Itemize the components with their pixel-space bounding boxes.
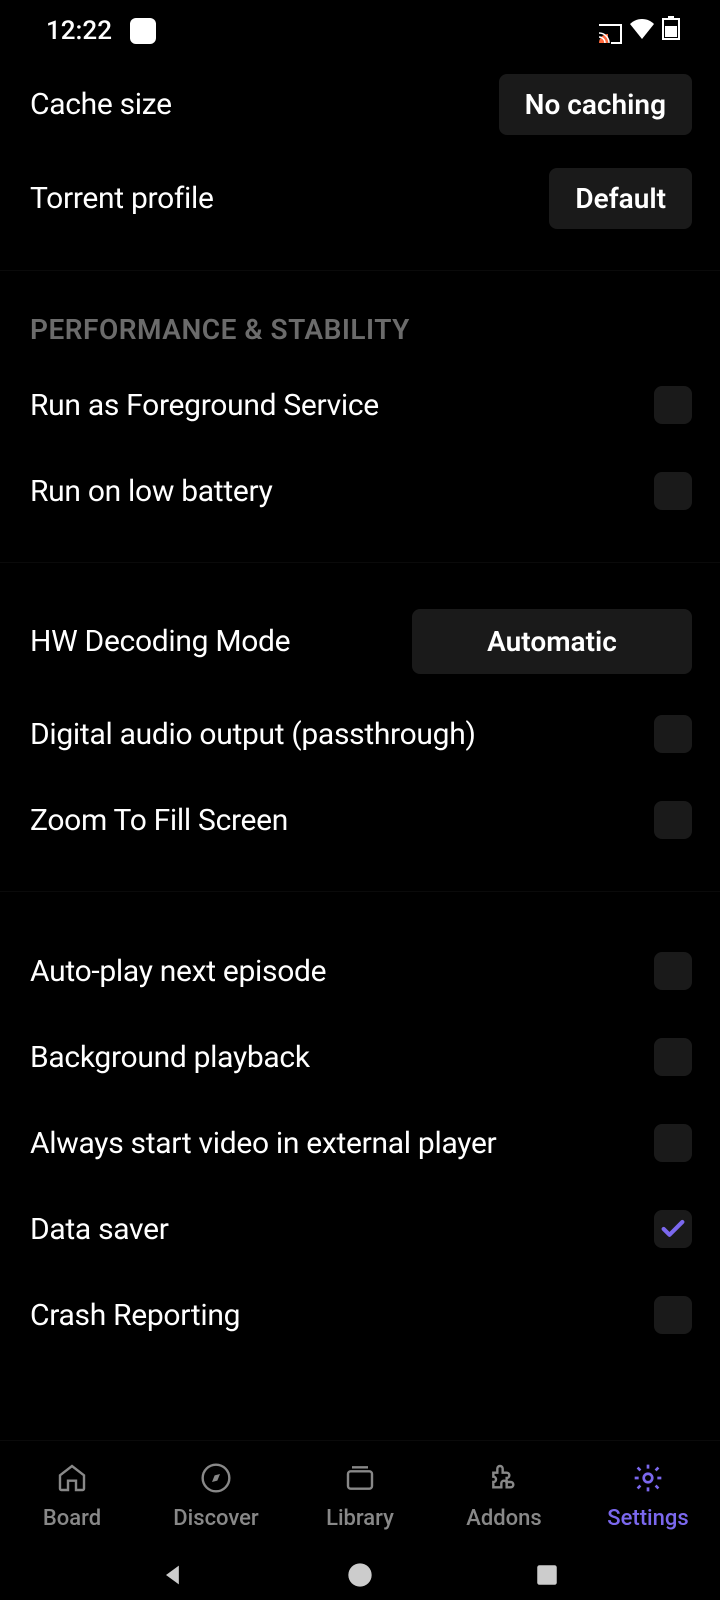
label-external-player: Always start video in external player	[30, 1126, 496, 1161]
back-button[interactable]	[153, 1555, 193, 1595]
label-low-battery: Run on low battery	[30, 474, 272, 509]
label-data-saver: Data saver	[30, 1212, 169, 1247]
recents-button[interactable]	[527, 1555, 567, 1595]
notification-indicator	[130, 18, 156, 44]
nav-board-label: Board	[43, 1506, 101, 1531]
nav-addons-label: Addons	[466, 1506, 541, 1531]
status-time: 12:22	[46, 16, 112, 46]
row-data-saver[interactable]: Data saver	[0, 1186, 720, 1272]
checkbox-data-saver[interactable]	[654, 1210, 692, 1248]
checkbox-zoom-fill[interactable]	[654, 801, 692, 839]
label-hw-decoding: HW Decoding Mode	[30, 624, 290, 659]
settings-content: Cache size No caching Torrent profile De…	[0, 62, 720, 1440]
library-icon	[342, 1460, 378, 1496]
section-header-performance: PERFORMANCE & STABILITY	[0, 271, 720, 362]
label-zoom-fill: Zoom To Fill Screen	[30, 803, 288, 838]
divider	[0, 562, 720, 563]
status-bar: 12:22	[0, 0, 720, 62]
row-hw-decoding[interactable]: HW Decoding Mode Automatic	[0, 599, 720, 683]
value-torrent-profile[interactable]: Default	[549, 168, 692, 229]
row-digital-audio[interactable]: Digital audio output (passthrough)	[0, 691, 720, 777]
row-autoplay[interactable]: Auto-play next episode	[0, 928, 720, 1014]
system-nav	[0, 1550, 720, 1600]
label-cache-size: Cache size	[30, 87, 172, 122]
row-cache-size[interactable]: Cache size No caching	[0, 62, 720, 146]
cast-icon	[598, 21, 622, 41]
nav-board[interactable]: Board	[0, 1441, 144, 1550]
gear-icon	[630, 1460, 666, 1496]
label-crash-reporting: Crash Reporting	[30, 1298, 240, 1333]
checkbox-autoplay[interactable]	[654, 952, 692, 990]
puzzle-icon	[486, 1460, 522, 1496]
label-foreground-service: Run as Foreground Service	[30, 388, 379, 423]
bottom-nav: Board Discover Library Addons Settings	[0, 1440, 720, 1550]
checkbox-external-player[interactable]	[654, 1124, 692, 1162]
compass-icon	[198, 1460, 234, 1496]
checkbox-digital-audio[interactable]	[654, 715, 692, 753]
home-icon	[54, 1460, 90, 1496]
row-external-player[interactable]: Always start video in external player	[0, 1100, 720, 1186]
row-crash-reporting[interactable]: Crash Reporting	[0, 1272, 720, 1358]
row-bg-playback[interactable]: Background playback	[0, 1014, 720, 1100]
nav-library-label: Library	[326, 1506, 394, 1531]
nav-library[interactable]: Library	[288, 1441, 432, 1550]
divider	[0, 891, 720, 892]
nav-discover[interactable]: Discover	[144, 1441, 288, 1550]
home-button[interactable]	[340, 1555, 380, 1595]
nav-settings-label: Settings	[607, 1506, 688, 1531]
value-hw-decoding[interactable]: Automatic	[412, 609, 692, 674]
wifi-icon	[630, 16, 654, 46]
row-torrent-profile[interactable]: Torrent profile Default	[0, 156, 720, 240]
row-foreground-service[interactable]: Run as Foreground Service	[0, 362, 720, 448]
checkbox-bg-playback[interactable]	[654, 1038, 692, 1076]
nav-addons[interactable]: Addons	[432, 1441, 576, 1550]
label-torrent-profile: Torrent profile	[30, 181, 214, 216]
checkbox-crash-reporting[interactable]	[654, 1296, 692, 1334]
checkbox-foreground-service[interactable]	[654, 386, 692, 424]
checkbox-low-battery[interactable]	[654, 472, 692, 510]
row-low-battery[interactable]: Run on low battery	[0, 448, 720, 534]
label-autoplay: Auto-play next episode	[30, 954, 326, 989]
label-digital-audio: Digital audio output (passthrough)	[30, 717, 476, 752]
nav-settings[interactable]: Settings	[576, 1441, 720, 1550]
nav-discover-label: Discover	[173, 1506, 258, 1531]
row-zoom-fill[interactable]: Zoom To Fill Screen	[0, 777, 720, 863]
battery-icon	[662, 16, 680, 47]
value-cache-size[interactable]: No caching	[499, 74, 692, 135]
label-bg-playback: Background playback	[30, 1040, 310, 1075]
